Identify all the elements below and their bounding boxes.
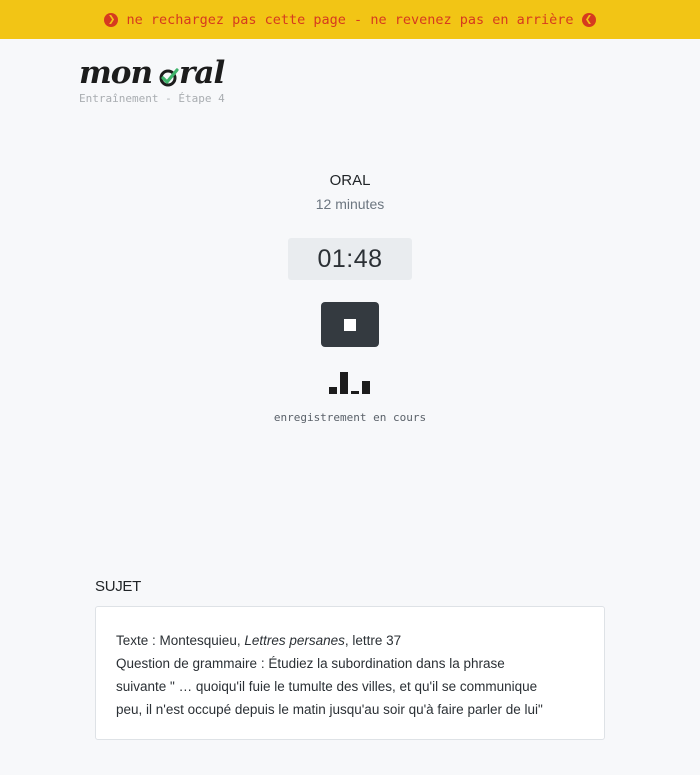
audio-level-bar: [362, 381, 370, 394]
recording-status: enregistrement en cours: [273, 411, 427, 424]
exam-duration: 12 minutes: [315, 196, 385, 212]
warning-text: ne rechargez pas cette page - ne revenez…: [126, 11, 574, 28]
stop-icon: [344, 318, 356, 331]
subject-question-line: Question de grammaire : Étudiez la subor…: [116, 656, 505, 671]
subject-card: Texte : Montesquieu, Lettres persanes, l…: [95, 606, 605, 740]
audio-level-meter: [329, 372, 373, 394]
warning-banner: ❯ ne rechargez pas cette page - ne reven…: [0, 0, 700, 39]
audio-level-bar: [340, 372, 348, 394]
subject-text-line: Texte : Montesquieu, Lettres persanes, l…: [116, 633, 402, 648]
chevron-circle-right-icon: ❯: [104, 12, 119, 27]
step-subtitle: Entraînement - Étape 4: [79, 92, 225, 105]
subject-question-line: suivante " … quoiqu'il fuie le tumulte d…: [116, 679, 538, 694]
logo-word-mon: mon: [79, 55, 153, 91]
stop-recording-button[interactable]: [321, 302, 379, 347]
chevron-circle-left-icon: ❮: [581, 12, 596, 27]
logo-wordmark: mon ral: [79, 58, 225, 89]
audio-level-bar: [329, 387, 337, 394]
audio-level-bar: [351, 391, 359, 394]
check-icon: [158, 63, 179, 86]
countdown-timer: 01:48: [288, 238, 412, 280]
exam-title: ORAL: [329, 172, 371, 189]
subject-heading: SUJET: [95, 578, 142, 595]
logo: mon ral Entraînement - Étape 4: [79, 58, 225, 106]
logo-word-ral: ral: [179, 55, 225, 91]
subject-question-line: peu, il n'est occupé depuis le matin jus…: [116, 702, 543, 717]
